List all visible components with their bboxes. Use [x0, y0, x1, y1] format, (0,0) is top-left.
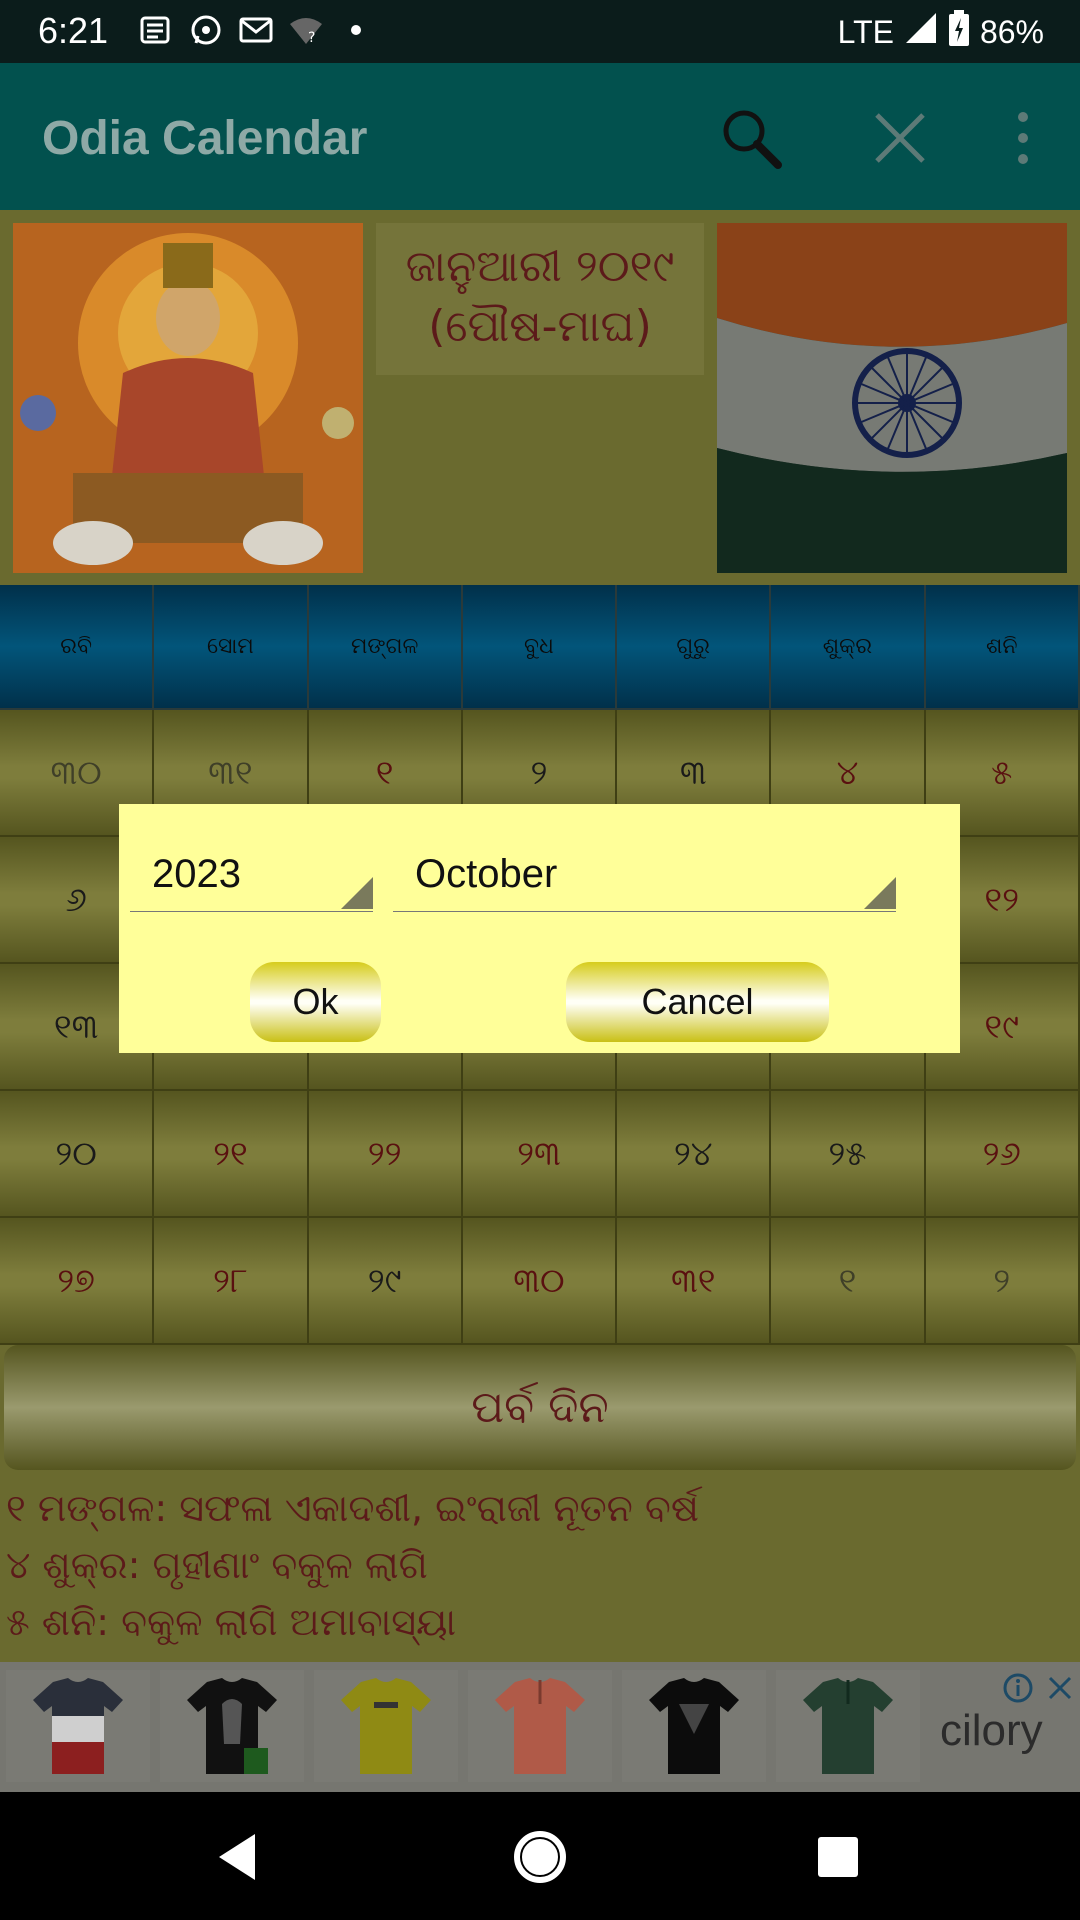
status-bar: 6:21 ? LTE 86% [0, 0, 1080, 63]
dropdown-arrow-icon [864, 877, 896, 909]
overflow-menu-icon[interactable] [998, 103, 1068, 173]
month-spinner[interactable]: October [393, 842, 896, 912]
network-type: LTE [837, 13, 894, 50]
svg-text:?: ? [308, 30, 315, 46]
day-cell[interactable]: ୨୯ [308, 1218, 463, 1345]
weekday-thu: ଗୁରୁ [617, 585, 772, 710]
ad-close-icon[interactable] [1044, 1672, 1076, 1704]
back-icon[interactable] [203, 1822, 273, 1892]
month-title: ଜାନୁଆରୀ ୨୦୧୯ (ପୌଷ-ମାଘ) [376, 223, 704, 375]
ok-button[interactable]: Ok [250, 962, 381, 1042]
weekday-fri: ଶୁକ୍ର [771, 585, 926, 710]
ad-info-icon[interactable] [1002, 1672, 1034, 1704]
battery-icon [948, 10, 970, 54]
day-cell[interactable]: ୨୪ [617, 1091, 772, 1218]
festival-header: ପର୍ବ ଦିନ [4, 1345, 1076, 1470]
festival-item: ୧ ମଙ୍ଗଳ: ସଫଳା ଏକାଦଶୀ, ଇଂରାଜୀ ନୂତନ ବର୍ଷ [6, 1486, 699, 1530]
day-cell[interactable]: ୩୧ [617, 1218, 772, 1345]
close-icon[interactable] [865, 103, 935, 173]
weekday-sat: ଶନି [925, 585, 1080, 710]
weekday-mon: ସୋମ [154, 585, 309, 710]
notification-icons: ? [138, 12, 374, 48]
news-notification-icon [138, 12, 174, 48]
day-cell[interactable]: ୨୨ [308, 1091, 463, 1218]
app-bar: Odia Calendar [0, 63, 1080, 210]
battery-percent: 86% [979, 13, 1044, 50]
ad-product-tshirt[interactable] [314, 1670, 458, 1782]
app-title: Odia Calendar [42, 112, 368, 165]
week-row-5: ୨୭ ୨୮ ୨୯ ୩୦ ୩୧ ୧ ୨ [0, 1218, 1080, 1345]
flag-image [717, 223, 1067, 573]
ad-product-tshirt[interactable] [6, 1670, 150, 1782]
weekday-tue: ମଙ୍ଗଳ [308, 585, 463, 710]
weekday-sun: ରବି [0, 585, 155, 710]
ad-brand-name[interactable]: cilory [940, 1706, 1043, 1756]
ad-product-tshirt[interactable] [468, 1670, 612, 1782]
day-cell[interactable]: ୨୬ [925, 1091, 1080, 1218]
search-icon[interactable] [716, 103, 786, 173]
whatsapp-icon [188, 12, 224, 48]
year-spinner[interactable]: 2023 [130, 842, 373, 912]
day-cell[interactable]: ୨୭ [0, 1218, 155, 1345]
day-cell[interactable]: ୨୩ [462, 1091, 618, 1218]
ad-product-tshirt[interactable] [160, 1670, 304, 1782]
month-name: ଜାନୁଆରୀ ୨୦୧୯ [405, 241, 675, 292]
wifi-unknown-icon: ? [288, 12, 324, 48]
ad-product-tshirt[interactable] [776, 1670, 920, 1782]
date-picker-dialog: 2023 October Ok Cancel [119, 804, 960, 1053]
day-cell[interactable]: ୩୦ [462, 1218, 618, 1345]
day-cell[interactable]: ୨୮ [154, 1218, 309, 1345]
festival-list: ୧ ମଙ୍ଗଳ: ସଫଳା ଏକାଦଶୀ, ଇଂରାଜୀ ନୂତନ ବର୍ଷ ୪… [6, 1480, 1076, 1651]
day-cell[interactable]: ୨ [925, 1218, 1080, 1345]
day-cell[interactable]: ୨୧ [154, 1091, 309, 1218]
signal-icon [904, 11, 938, 53]
day-cell[interactable]: ୨୫ [771, 1091, 926, 1218]
cancel-button[interactable]: Cancel [566, 962, 829, 1042]
ad-banner[interactable]: cilory [0, 1662, 1080, 1792]
week-row-4: ୨୦ ୨୧ ୨୨ ୨୩ ୨୪ ୨୫ ୨୬ [0, 1091, 1080, 1218]
day-cell[interactable]: ୧ [771, 1218, 926, 1345]
weekday-header-row: ରବି ସୋମ ମଙ୍ଗଳ ବୁଧ ଗୁରୁ ଶୁକ୍ର ଶନି [0, 585, 1080, 710]
festival-item: ୪ ଶୁକ୍ର: ଗୃହୀଣାଂ ବକୁଳ ଲାଗି [6, 1543, 428, 1587]
year-value: 2023 [152, 852, 241, 896]
status-time: 6:21 [38, 10, 109, 51]
month-value: October [415, 852, 558, 896]
home-icon[interactable] [505, 1822, 575, 1892]
odia-month-span: (ପୌଷ-ମାଘ) [428, 301, 652, 352]
day-cell[interactable]: ୨୦ [0, 1091, 155, 1218]
navigation-bar [0, 1792, 1080, 1920]
weekday-wed: ବୁଧ [462, 585, 618, 710]
festival-item: ୫ ଶନି: ବକୁଳ ଲାଗି ଅମାବାସ୍ୟା [6, 1600, 457, 1644]
deity-image [13, 223, 363, 573]
recents-icon[interactable] [803, 1822, 873, 1892]
more-notifications-dot-icon [338, 12, 374, 48]
dropdown-arrow-icon [341, 877, 373, 909]
ad-product-tshirt[interactable] [622, 1670, 766, 1782]
gmail-icon [238, 12, 274, 48]
